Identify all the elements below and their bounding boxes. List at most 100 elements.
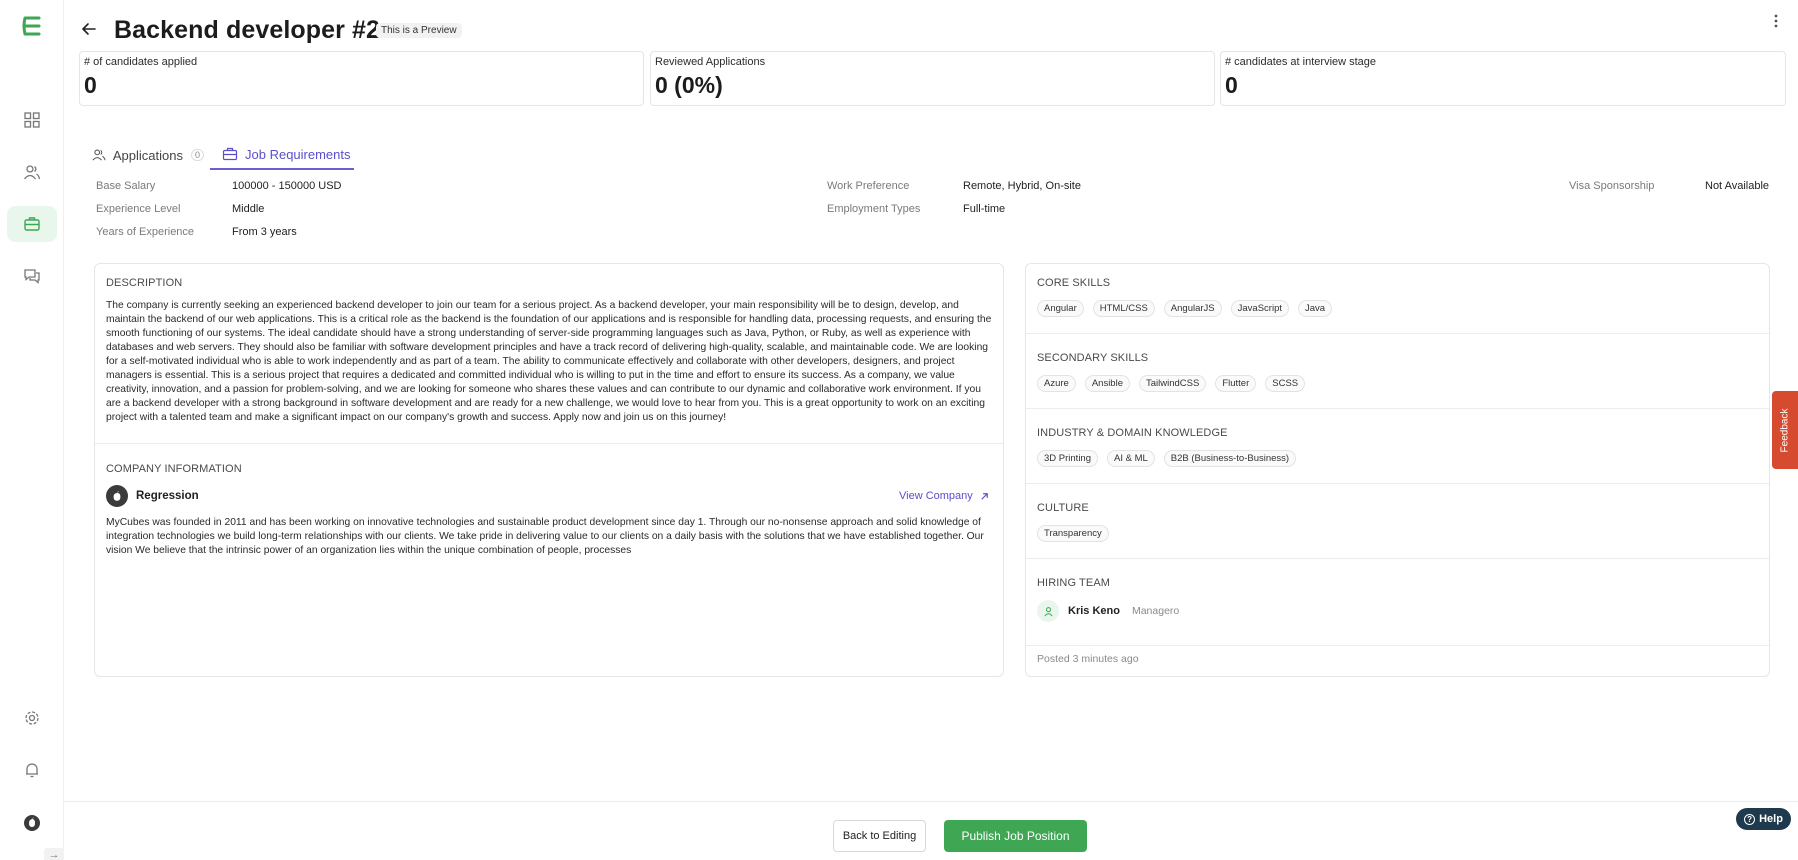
core-skills-title: CORE SKILLS (1037, 277, 1111, 289)
sidebar-item-notifications[interactable] (7, 752, 57, 788)
publish-job-button[interactable]: Publish Job Position (944, 820, 1087, 852)
tab-label: Applications (112, 147, 183, 163)
avatar (24, 815, 40, 831)
stat-value: 0 (1225, 72, 1238, 98)
footer-bar (64, 801, 1798, 860)
user-icon (1043, 606, 1053, 616)
divider (1026, 645, 1769, 646)
avatar (1037, 600, 1059, 622)
hiring-team-member: Kris Keno Managero (1037, 600, 1179, 622)
industry-knowledge-title: INDUSTRY & DOMAIN KNOWLEDGE (1037, 427, 1228, 439)
help-button[interactable]: ? Help (1736, 808, 1791, 830)
users-icon (92, 149, 106, 161)
stat-label: Reviewed Applications (655, 56, 766, 68)
help-label: Help (1759, 813, 1783, 825)
sidebar-item-dashboard[interactable] (7, 102, 57, 138)
applications-count-badge: 0 (190, 149, 204, 161)
sidebar-item-jobs[interactable] (7, 206, 57, 242)
tab-job-requirements[interactable]: Job Requirements (210, 140, 354, 170)
employment-types-label: Employment Types (827, 203, 921, 215)
stat-candidates-applied: # of candidates applied 0 (79, 51, 644, 106)
sidebar-item-settings[interactable] (7, 700, 57, 736)
divider (95, 443, 1003, 444)
company-header: Regression (106, 485, 199, 507)
divider (1026, 333, 1769, 334)
skill-chip: AI & ML (1107, 450, 1155, 467)
skill-chip: Angular (1037, 300, 1084, 317)
years-experience-label: Years of Experience (96, 226, 195, 238)
skill-chip: Azure (1037, 375, 1076, 392)
years-experience-value: From 3 years (232, 226, 297, 238)
experience-level-label: Experience Level (96, 203, 181, 215)
company-logo-icon (106, 485, 128, 507)
base-salary-value: 100000 - 150000 USD (232, 180, 342, 192)
feedback-button[interactable]: Feedback (1772, 391, 1798, 469)
culture-title: CULTURE (1037, 502, 1089, 514)
secondary-skills-section: SECONDARY SKILLS Azure Ansible TailwindCSS… (1026, 339, 1769, 408)
culture-chips: Transparency (1037, 523, 1118, 542)
industry-knowledge-section: INDUSTRY & DOMAIN KNOWLEDGE 3D Printing A… (1026, 414, 1769, 483)
feedback-label: Feedback (1779, 408, 1791, 452)
sidebar-expand-button[interactable]: → (44, 848, 64, 860)
skill-chip: JavaScript (1230, 300, 1289, 317)
skill-chip: Ansible (1084, 375, 1130, 392)
more-vertical-icon[interactable] (1772, 12, 1780, 30)
sidebar: → (0, 0, 64, 860)
divider (1026, 558, 1769, 559)
work-preference-label: Work Preference (827, 180, 910, 192)
skill-chip: B2B (Business-to-Business) (1163, 450, 1297, 467)
view-company-link[interactable]: View Company (899, 490, 990, 502)
company-name: Regression (136, 490, 199, 502)
stat-label: # candidates at interview stage (1225, 56, 1377, 68)
hiring-team-title: HIRING TEAM (1037, 577, 1111, 589)
secondary-skills-title: SECONDARY SKILLS (1037, 352, 1149, 364)
base-salary-label: Base Salary (96, 180, 156, 192)
skills-panel: CORE SKILLS Angular HTML/CSS AngularJS Java… (1025, 263, 1770, 677)
hiring-member-role: Managero (1131, 605, 1180, 617)
divider (1026, 408, 1769, 409)
tab-label: Job Requirements (245, 146, 351, 162)
culture-chip: Transparency (1037, 525, 1109, 542)
description-text: The company is currently seeking an expe… (106, 300, 992, 423)
core-skills-section: CORE SKILLS Angular HTML/CSS AngularJS Java… (1026, 264, 1769, 333)
skill-chip: AngularJS (1163, 300, 1222, 317)
experience-level-value: Middle (232, 203, 265, 215)
skill-chip: Java (1298, 300, 1333, 317)
chat-icon (24, 269, 40, 284)
company-info-title: COMPANY INFORMATION (106, 463, 242, 475)
stat-value: 0 (84, 72, 97, 98)
briefcase-icon (222, 147, 238, 161)
back-to-editing-button[interactable]: Back to Editing (833, 820, 926, 852)
tab-applications[interactable]: Applications 0 (92, 140, 204, 170)
briefcase-icon (24, 217, 40, 231)
stat-label: # of candidates applied (84, 56, 198, 68)
company-about-text: MyCubes was founded in 2011 and has been… (106, 517, 984, 556)
stat-reviewed-applications: Reviewed Applications 0 (0%) (650, 51, 1215, 106)
sidebar-item-profile[interactable] (7, 805, 57, 841)
skill-chip: 3D Printing (1037, 450, 1098, 467)
skill-chip: SCSS (1265, 375, 1306, 392)
industry-knowledge-chips: 3D Printing AI & ML B2B (Business-to-Busin… (1037, 448, 1305, 467)
back-arrow-icon[interactable] (80, 20, 98, 38)
secondary-skills-chips: Azure Ansible TailwindCSS Flutter SCSS (1037, 373, 1314, 392)
sidebar-item-messages[interactable] (7, 258, 57, 294)
gear-icon (25, 711, 39, 725)
page-title: Backend developer #2 (114, 16, 381, 44)
users-icon (23, 165, 41, 180)
app-logo-icon[interactable] (19, 13, 45, 39)
sidebar-item-candidates[interactable] (7, 154, 57, 190)
posted-time: Posted 3 minutes ago (1037, 653, 1139, 665)
grid-icon (24, 112, 40, 128)
visa-sponsorship-label: Visa Sponsorship (1569, 180, 1655, 192)
visa-sponsorship-value: Not Available (1705, 180, 1770, 192)
work-preference-value: Remote, Hybrid, On-site (963, 180, 1081, 192)
hiring-member-name: Kris Keno (1068, 605, 1120, 617)
core-skills-chips: Angular HTML/CSS AngularJS JavaScript Java (1037, 298, 1341, 317)
arrow-right-icon: → (48, 849, 60, 860)
skill-chip: HTML/CSS (1092, 300, 1155, 317)
stat-interview-stage: # candidates at interview stage 0 (1220, 51, 1786, 106)
employment-types-value: Full-time (963, 203, 1006, 215)
description-title: DESCRIPTION (106, 277, 183, 289)
skill-chip: Flutter (1215, 375, 1257, 392)
view-company-label: View Company (899, 490, 973, 502)
